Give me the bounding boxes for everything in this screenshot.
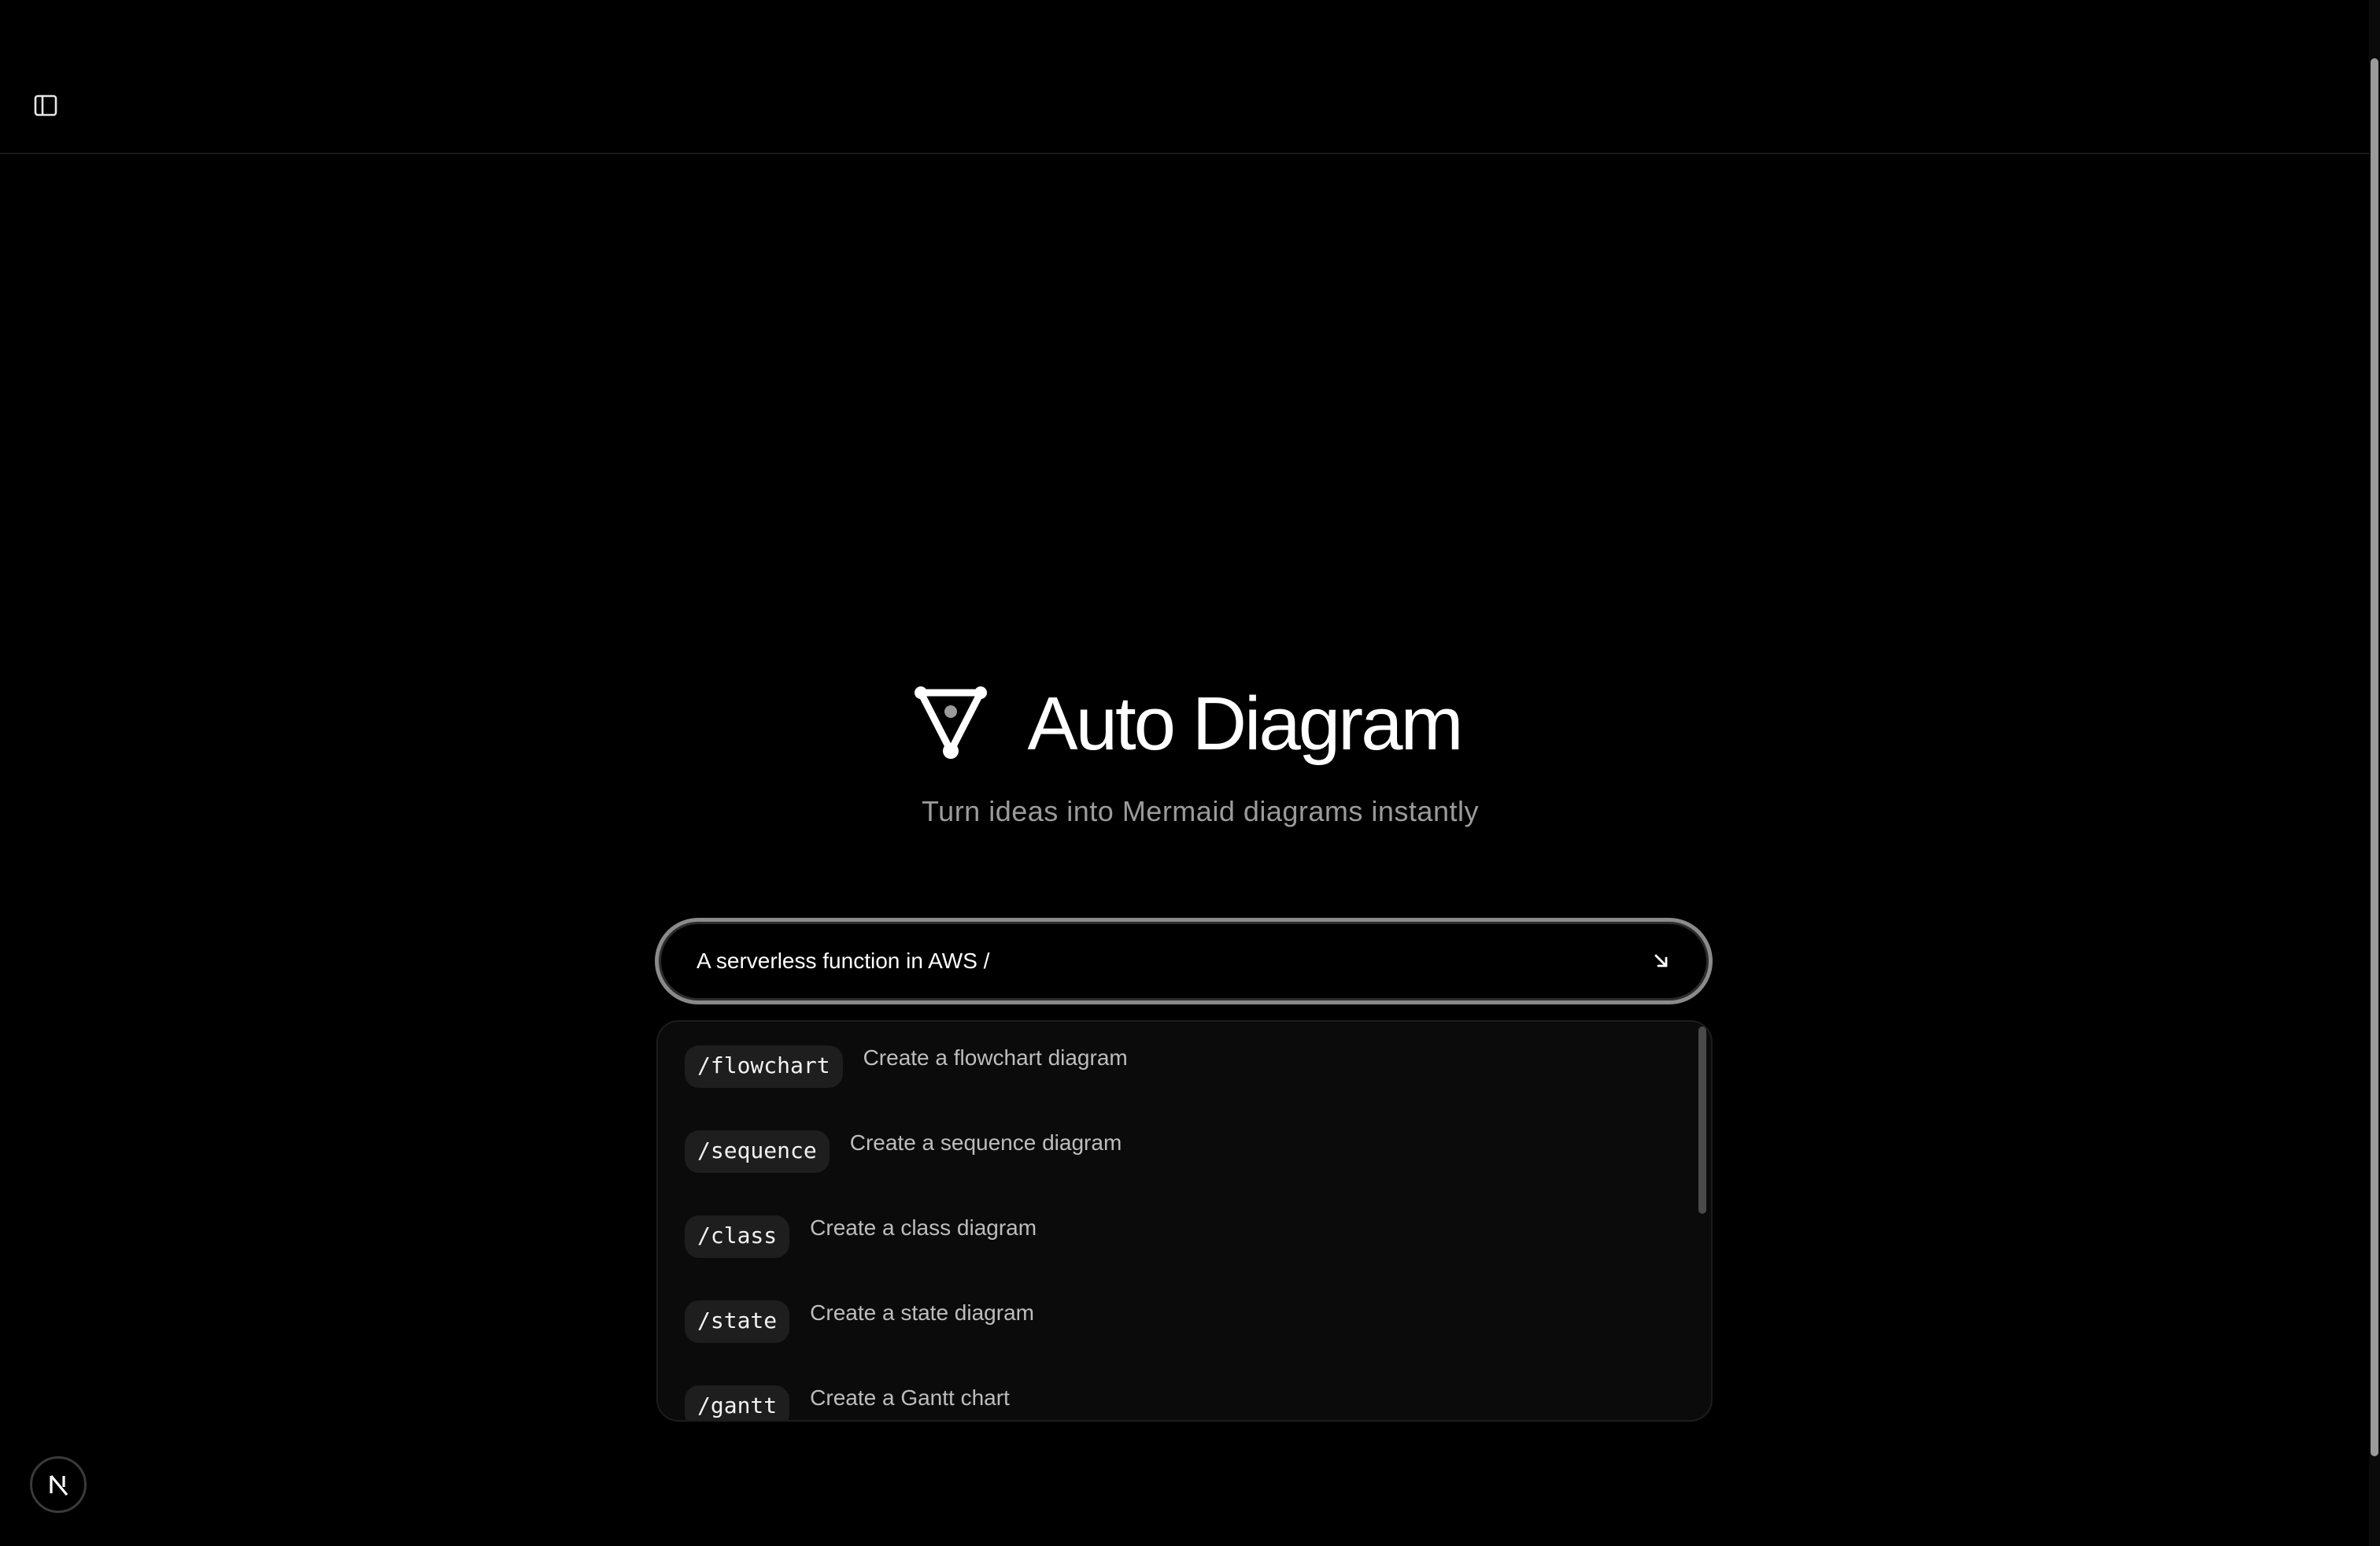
command-description: Create a flowchart diagram	[863, 1045, 1128, 1070]
command-item-flowchart[interactable]: /flowchart Create a flowchart diagram	[685, 1022, 1128, 1088]
app-root: Auto Diagram Turn ideas into Mermaid dia…	[0, 0, 2380, 1546]
prompt-input[interactable]	[695, 948, 1638, 975]
page-scrollbar[interactable]	[2369, 0, 2380, 1546]
command-description: Create a sequence diagram	[849, 1130, 1122, 1155]
page-subtitle: Turn ideas into Mermaid diagrams instant…	[922, 795, 1479, 827]
command-description: Create a Gantt chart	[810, 1385, 1010, 1410]
command-description: Create a state diagram	[810, 1300, 1034, 1325]
command-tag: /sequence	[685, 1130, 830, 1173]
command-menu: /flowchart Create a flowchart diagram /s…	[656, 1020, 1713, 1422]
command-tag: /flowchart	[685, 1045, 843, 1088]
nextjs-logo-icon	[50, 1474, 68, 1496]
top-bar	[0, 0, 2369, 154]
nextjs-badge-button[interactable]	[30, 1456, 87, 1513]
submit-button[interactable]	[1638, 938, 1685, 985]
command-item-state[interactable]: /state Create a state diagram	[685, 1277, 1034, 1343]
arrow-down-right-icon	[1654, 954, 1668, 967]
page-title: Auto Diagram	[1027, 682, 1464, 766]
command-item-sequence[interactable]: /sequence Create a sequence diagram	[685, 1107, 1122, 1173]
page-scrollbar-thumb[interactable]	[2371, 58, 2378, 1456]
command-menu-scrollbar[interactable]	[1698, 1026, 1706, 1214]
hero-section: Auto Diagram Turn ideas into Mermaid dia…	[0, 677, 2369, 828]
sidebar-panel-icon	[34, 94, 57, 117]
command-item-gantt[interactable]: /gantt Create a Gantt chart	[685, 1362, 1010, 1420]
diagram-triangle-icon	[914, 686, 987, 759]
command-tag: /state	[685, 1300, 790, 1343]
command-tag: /class	[685, 1215, 790, 1258]
sidebar-toggle-button[interactable]	[28, 88, 63, 123]
command-description: Create a class diagram	[810, 1215, 1037, 1240]
command-item-class[interactable]: /class Create a class diagram	[685, 1192, 1037, 1258]
title-row: Auto Diagram	[913, 677, 1464, 771]
prompt-box	[655, 918, 1713, 1004]
command-tag: /gantt	[685, 1385, 790, 1420]
